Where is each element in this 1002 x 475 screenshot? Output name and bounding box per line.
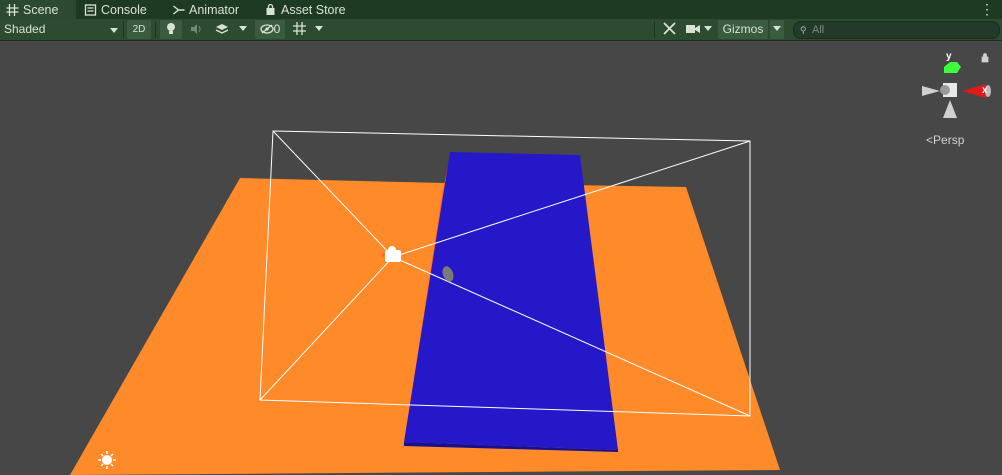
effects-toggle[interactable] xyxy=(211,20,251,39)
projection-label: Persp xyxy=(933,133,965,147)
tab-scene[interactable]: Scene xyxy=(0,0,76,19)
lighting-toggle[interactable] xyxy=(160,20,182,39)
tab-asset-store[interactable]: Asset Store xyxy=(264,0,364,19)
lock-icon[interactable] xyxy=(981,53,989,63)
scene-toolbar: Shaded 2D 0 Gizmos ⚲ All xyxy=(0,19,1002,41)
draw-mode-label: Shaded xyxy=(4,22,46,36)
audio-toggle[interactable] xyxy=(186,20,206,39)
tab-console-label: Console xyxy=(101,3,147,17)
scene-visibility-toggle[interactable]: 0 xyxy=(255,20,285,39)
chevron-down-icon xyxy=(773,26,781,31)
store-bag-icon xyxy=(266,4,275,15)
tools-icon xyxy=(662,22,676,35)
tab-animator-label: Animator xyxy=(189,3,240,17)
orientation-gizmo[interactable] xyxy=(922,53,991,119)
axis-x-label: x xyxy=(982,85,988,96)
tab-asset-store-label: Asset Store xyxy=(281,3,346,17)
chevron-down-icon xyxy=(110,28,118,33)
gizmos-button[interactable]: Gizmos xyxy=(718,20,768,39)
hidden-count: 0 xyxy=(273,22,281,36)
gizmos-label: Gizmos xyxy=(722,22,764,36)
eye-hidden-icon xyxy=(260,24,274,34)
toggle-2d-label: 2D xyxy=(132,24,146,35)
camera-icon xyxy=(686,25,701,33)
layers-icon xyxy=(216,24,229,34)
scene-viewport[interactable]: y x <Persp xyxy=(0,41,1002,475)
scene-render xyxy=(70,53,991,475)
search-icon: ⚲ xyxy=(800,25,807,35)
grid-snap-icon xyxy=(292,22,306,35)
gizmos-dropdown[interactable] xyxy=(770,20,784,39)
chevron-left-icon: < xyxy=(926,133,934,147)
tab-scene-label: Scene xyxy=(23,3,59,17)
grid-icon xyxy=(6,4,19,16)
speaker-icon xyxy=(191,24,201,34)
search-input[interactable]: ⚲ All xyxy=(793,21,1000,39)
toggle-2d-button[interactable]: 2D xyxy=(127,20,151,39)
tools-toggle[interactable] xyxy=(658,20,680,39)
tab-animator[interactable]: Animator xyxy=(172,0,262,19)
axis-y-cone[interactable] xyxy=(944,62,961,73)
axis-neg-x-cone[interactable] xyxy=(922,86,940,96)
tab-bar: Scene Console Animator Asset Store ⋮ xyxy=(0,0,1002,19)
chevron-down-icon xyxy=(703,26,712,31)
chevron-down-icon xyxy=(315,26,324,31)
tab-console[interactable]: Console xyxy=(84,0,164,19)
search-placeholder: All xyxy=(812,24,825,36)
animator-icon xyxy=(173,5,185,15)
grid-settings-toggle[interactable] xyxy=(288,20,328,39)
projection-toggle[interactable]: <Persp xyxy=(926,133,964,147)
more-options-icon[interactable]: ⋮ xyxy=(980,1,994,17)
console-icon xyxy=(84,4,97,16)
axis-y-label: y xyxy=(946,51,952,62)
lightbulb-icon xyxy=(167,23,175,34)
draw-mode-dropdown[interactable]: Shaded xyxy=(2,20,122,39)
camera-settings-dropdown[interactable] xyxy=(684,20,714,39)
axis-neg-y-cone[interactable] xyxy=(943,100,957,118)
chevron-down-icon xyxy=(238,26,247,31)
